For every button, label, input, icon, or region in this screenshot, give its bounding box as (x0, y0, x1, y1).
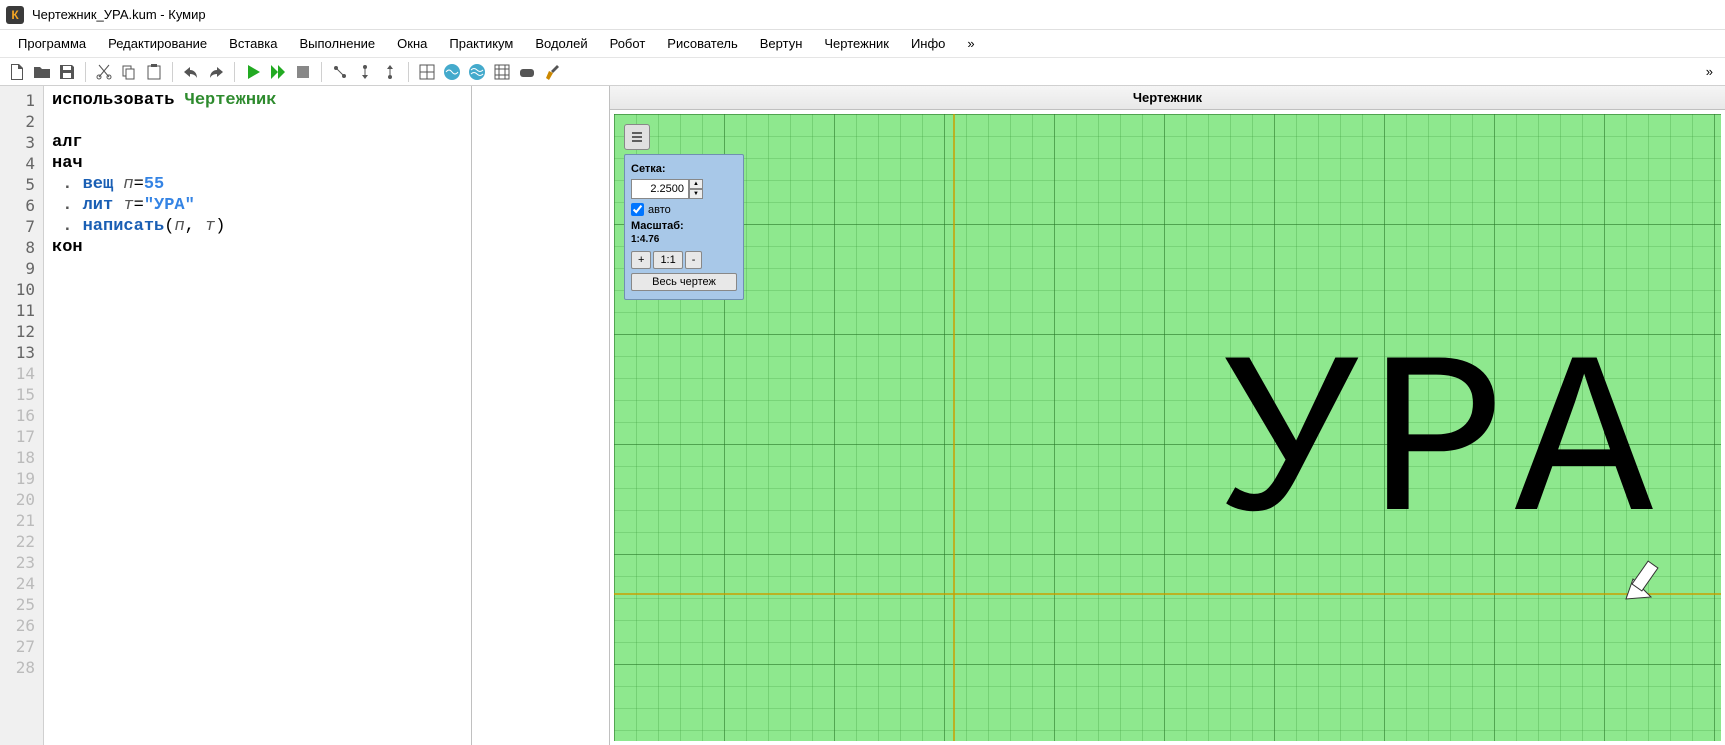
kw-end: кон (52, 238, 83, 257)
step-into-icon[interactable] (354, 61, 376, 83)
menu-insert[interactable]: Вставка (219, 32, 287, 55)
menu-robot[interactable]: Робот (600, 32, 656, 55)
redo-icon[interactable] (205, 61, 227, 83)
auto-checkbox[interactable] (631, 203, 644, 216)
zoom-out-button[interactable]: - (685, 251, 703, 269)
lit-ura: "УРА" (144, 196, 195, 215)
drawn-text-ura: УРА (1223, 334, 1661, 564)
canvas-title: Чертежник (610, 86, 1725, 110)
kw-begin: нач (52, 154, 83, 173)
main-area: 1234567891011121314151617181920212223242… (0, 86, 1725, 745)
canvas-body: УРА Сетка: ▲ ▼ (610, 110, 1725, 745)
auto-label: авто (648, 204, 671, 216)
window-title: Чертежник_УРА.kum - Кумир (32, 7, 206, 22)
app-icon: К (6, 6, 24, 24)
zoom-in-button[interactable]: + (631, 251, 651, 269)
menu-vertun[interactable]: Вертун (750, 32, 813, 55)
titlebar: К Чертежник_УРА.kum - Кумир (0, 0, 1725, 30)
var-n: п (123, 175, 133, 194)
scale-value: 1:4.76 (631, 234, 737, 245)
menu-vodoley[interactable]: Водолей (525, 32, 597, 55)
toolbar-overflow[interactable]: » (1700, 64, 1719, 79)
kw-alg: алг (52, 133, 83, 152)
menu-run[interactable]: Выполнение (289, 32, 385, 55)
canvas-control-panel: Сетка: ▲ ▼ авто Масштаб: 1:4.76 + 1:1 (624, 154, 744, 300)
output-pane (472, 86, 610, 745)
new-file-icon[interactable] (6, 61, 28, 83)
kw-string: лит (83, 196, 114, 215)
kw-real: вещ (83, 175, 114, 194)
tool-brush-icon[interactable] (541, 61, 563, 83)
grid-spin-up[interactable]: ▲ (689, 179, 703, 189)
drawing-canvas[interactable]: УРА (614, 114, 1721, 741)
line-gutter: 1234567891011121314151617181920212223242… (0, 86, 44, 745)
menu-edit[interactable]: Редактирование (98, 32, 217, 55)
save-file-icon[interactable] (56, 61, 78, 83)
tool-grid2-icon[interactable] (491, 61, 513, 83)
menu-windows[interactable]: Окна (387, 32, 437, 55)
scale-label: Масштаб: (631, 220, 737, 232)
tool-wave2-icon[interactable] (466, 61, 488, 83)
panel-toggle-button[interactable] (624, 124, 650, 150)
step-icon[interactable] (329, 61, 351, 83)
step-out-icon[interactable] (379, 61, 401, 83)
menu-practicum[interactable]: Практикум (439, 32, 523, 55)
copy-icon[interactable] (118, 61, 140, 83)
menubar: Программа Редактирование Вставка Выполне… (0, 30, 1725, 58)
stop-icon[interactable] (292, 61, 314, 83)
tool-gamepad-icon[interactable] (516, 61, 538, 83)
run-icon[interactable] (242, 61, 264, 83)
grid-spin-down[interactable]: ▼ (689, 189, 703, 199)
module-name: Чертежник (185, 91, 277, 110)
tool-wave1-icon[interactable] (441, 61, 463, 83)
editor-pane: 1234567891011121314151617181920212223242… (0, 86, 472, 745)
paste-icon[interactable] (143, 61, 165, 83)
menu-painter[interactable]: Рисователь (657, 32, 747, 55)
zoom-reset-button[interactable]: 1:1 (653, 251, 682, 269)
menu-overflow[interactable]: » (957, 32, 984, 55)
menu-draftsman[interactable]: Чертежник (814, 32, 899, 55)
lit-55: 55 (144, 175, 164, 194)
grid-value-input[interactable] (631, 179, 689, 199)
pencil-icon (1621, 554, 1671, 607)
code-editor[interactable]: использовать Чертежник алг нач . вещ п=5… (44, 86, 471, 745)
undo-icon[interactable] (180, 61, 202, 83)
tool-grid-icon[interactable] (416, 61, 438, 83)
grid-label: Сетка: (631, 163, 737, 175)
run-fast-icon[interactable] (267, 61, 289, 83)
var-t: т (123, 196, 133, 215)
kw-use: использовать (52, 91, 185, 110)
canvas-pane: Чертежник (610, 86, 1725, 745)
open-file-icon[interactable] (31, 61, 53, 83)
fit-all-button[interactable]: Весь чертеж (631, 273, 737, 291)
menu-info[interactable]: Инфо (901, 32, 955, 55)
cut-icon[interactable] (93, 61, 115, 83)
menu-program[interactable]: Программа (8, 32, 96, 55)
toolbar: » (0, 58, 1725, 86)
kw-write: написать (83, 217, 165, 236)
